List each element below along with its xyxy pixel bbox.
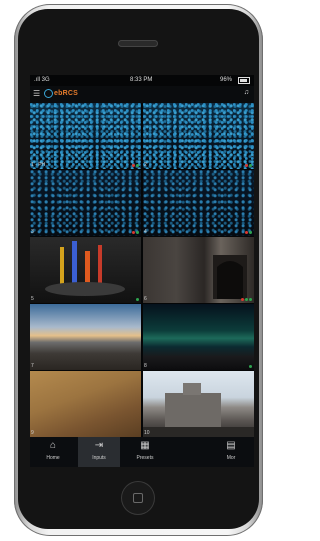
logo-mark: [44, 89, 53, 98]
tile-label: 6: [144, 296, 147, 302]
input-grid: 1 - PH 2 3 4 5 6 7 8 9 10: [30, 103, 254, 437]
status-dot: [245, 298, 248, 301]
input-tile-1[interactable]: 1 - PH: [30, 103, 141, 169]
bottom-nav: ⌂ Home ⇥ Inputs ▦ Presets ▤ Mor: [30, 437, 254, 467]
input-tile-8[interactable]: 8: [143, 304, 254, 370]
tile-label: 3: [31, 229, 34, 235]
status-dot: [136, 231, 139, 234]
home-icon: ⌂: [49, 440, 57, 451]
tile-label: 2: [144, 162, 147, 168]
status-dot: [132, 231, 135, 234]
bell-icon[interactable]: ♫: [244, 89, 249, 96]
status-dot: [249, 298, 252, 301]
status-bar: .ıll 3G 8:33 PM 96%: [30, 75, 254, 86]
screen: .ıll 3G 8:33 PM 96% ☰ ebRCS ♫ 1 - PH 2 3…: [30, 75, 254, 467]
app-logo: ebRCS: [54, 90, 78, 97]
tile-label: 4: [144, 229, 147, 235]
status-dot: [249, 231, 252, 234]
grid-icon: ▦: [140, 440, 150, 451]
input-tile-10[interactable]: 10: [143, 371, 254, 437]
app-bar: ☰ ebRCS ♫: [30, 86, 254, 103]
monitor-icon: ▤: [226, 440, 236, 451]
nav-inputs[interactable]: ⇥ Inputs: [78, 437, 120, 467]
tile-label: 7: [31, 363, 34, 369]
nav-presets[interactable]: ▦ Presets: [124, 437, 166, 467]
status-dot: [245, 164, 248, 167]
input-tile-2[interactable]: 2: [143, 103, 254, 169]
input-tile-4[interactable]: 4: [143, 170, 254, 236]
status-dots: [132, 231, 139, 234]
status-dots: [241, 298, 252, 301]
status-dot: [132, 164, 135, 167]
input-tile-3[interactable]: 3: [30, 170, 141, 236]
status-dots: [136, 298, 139, 301]
tile-label: 9: [31, 430, 34, 436]
status-dot: [136, 298, 139, 301]
status-dots: [245, 231, 252, 234]
input-tile-5[interactable]: 5: [30, 237, 141, 303]
nav-home[interactable]: ⌂ Home: [32, 437, 74, 467]
status-dot: [136, 164, 139, 167]
input-icon: ⇥: [94, 440, 104, 451]
nav-more[interactable]: ▤ Mor: [210, 437, 252, 467]
battery-percent: 96%: [220, 77, 233, 83]
tile-label: 8: [144, 363, 147, 369]
signal-text: 3G: [41, 77, 50, 83]
battery-icon: [238, 77, 250, 84]
tile-label: 10: [144, 430, 150, 436]
status-dot: [249, 365, 252, 368]
input-tile-6[interactable]: 6: [143, 237, 254, 303]
input-tile-9[interactable]: 9: [30, 371, 141, 437]
tile-label: 1 - PH: [31, 162, 46, 168]
hotel-graphic: [143, 383, 254, 437]
home-button-icon: [133, 493, 143, 503]
clock: 8:33 PM: [130, 77, 153, 83]
speaker-grille: [118, 40, 158, 47]
status-dots: [132, 164, 139, 167]
street-graphic: [213, 255, 247, 299]
status-dot: [241, 298, 244, 301]
menu-icon[interactable]: ☰: [33, 90, 41, 98]
nav-label: Inputs: [92, 455, 106, 461]
status-dots: [245, 164, 252, 167]
status-dots: [249, 365, 252, 368]
tile-label: 5: [31, 296, 34, 302]
status-dot: [245, 231, 248, 234]
art-graphic: [45, 241, 125, 296]
signal-indicator: .ıll 3G: [34, 77, 50, 83]
nav-label: Home: [46, 455, 60, 461]
phone-home-button[interactable]: [121, 481, 155, 515]
input-tile-7[interactable]: 7: [30, 304, 141, 370]
nav-label: Presets: [136, 455, 154, 461]
nav-label: Mor: [226, 455, 236, 461]
status-dot: [249, 164, 252, 167]
